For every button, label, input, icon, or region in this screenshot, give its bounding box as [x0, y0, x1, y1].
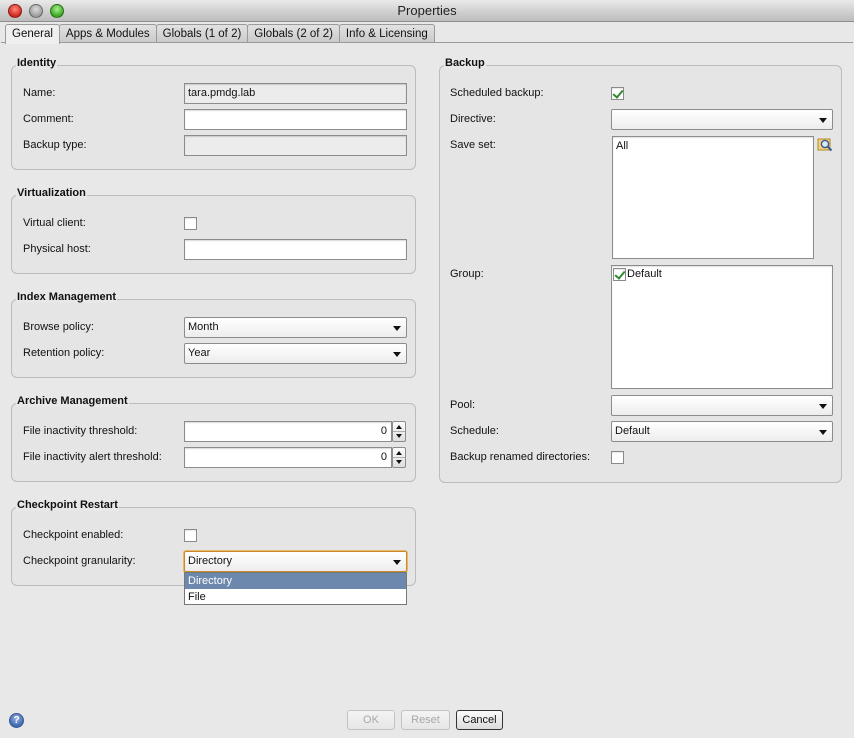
comment-label: Comment:	[23, 113, 74, 125]
spinner-down-icon	[396, 434, 402, 438]
scheduled-backup-label: Scheduled backup:	[450, 87, 544, 99]
tab-bar: General Apps & Modules Globals (1 of 2) …	[5, 24, 435, 44]
tab-globals-2[interactable]: Globals (2 of 2)	[247, 24, 340, 43]
virtual-client-checkbox[interactable]	[184, 217, 197, 230]
chevron-down-icon	[393, 560, 401, 565]
schedule-value: Default	[615, 425, 650, 437]
virtual-client-label: Virtual client:	[23, 217, 86, 229]
browse-policy-label: Browse policy:	[23, 321, 94, 333]
inactivity-alert-spinner[interactable]	[392, 447, 406, 468]
group-default-label[interactable]: Default	[627, 268, 662, 280]
reset-button[interactable]: Reset	[401, 710, 450, 730]
chevron-down-icon	[393, 326, 401, 331]
backup-title: Backup	[444, 57, 486, 69]
index-management-group	[11, 299, 416, 378]
schedule-select[interactable]: Default	[611, 421, 833, 442]
scheduled-backup-checkbox[interactable]	[611, 87, 624, 100]
directive-label: Directive:	[450, 113, 496, 125]
group-default-checkbox[interactable]	[613, 268, 626, 281]
browse-policy-select[interactable]: Month	[184, 317, 407, 338]
checkpoint-granularity-dropdown: Directory File	[184, 572, 407, 605]
cancel-button[interactable]: Cancel	[456, 710, 503, 730]
retention-policy-value: Year	[188, 347, 211, 359]
zoom-window-button[interactable]	[50, 4, 64, 18]
tab-apps-modules[interactable]: Apps & Modules	[58, 24, 157, 43]
help-icon[interactable]: ?	[9, 713, 24, 728]
spinner-up-icon	[396, 425, 402, 429]
virtualization-title: Virtualization	[16, 187, 87, 199]
backup-type-field[interactable]	[184, 135, 407, 156]
window-titlebar: Properties	[0, 0, 854, 22]
close-window-button[interactable]	[8, 4, 22, 18]
dropdown-option-file[interactable]: File	[185, 589, 406, 605]
chevron-down-icon	[819, 404, 827, 409]
minimize-window-button[interactable]	[29, 4, 43, 18]
spinner-up-icon	[396, 451, 402, 455]
backup-type-label: Backup type:	[23, 139, 87, 151]
save-set-label: Save set:	[450, 139, 496, 151]
directive-select[interactable]	[611, 109, 833, 130]
group-list[interactable]: Default	[611, 265, 833, 389]
name-label: Name:	[23, 87, 56, 99]
index-management-title: Index Management	[16, 291, 118, 303]
checkpoint-granularity-value: Directory	[188, 555, 233, 567]
chevron-down-icon	[393, 352, 401, 357]
inactivity-alert-field[interactable]: 0	[184, 447, 392, 468]
comment-field[interactable]	[184, 109, 407, 130]
checkpoint-enabled-checkbox[interactable]	[184, 529, 197, 542]
save-set-item[interactable]: All	[613, 137, 813, 155]
backup-renamed-dirs-checkbox[interactable]	[611, 451, 624, 464]
archive-management-title: Archive Management	[16, 395, 129, 407]
inactivity-threshold-field[interactable]: 0	[184, 421, 392, 442]
checkpoint-title: Checkpoint Restart	[16, 499, 119, 511]
tab-globals-1[interactable]: Globals (1 of 2)	[155, 24, 249, 43]
name-field[interactable]: tara.pmdg.lab	[184, 83, 407, 104]
schedule-label: Schedule:	[450, 425, 499, 437]
inactivity-threshold-spinner[interactable]	[392, 421, 406, 442]
group-label: Group:	[450, 268, 484, 280]
inactivity-threshold-label: File inactivity threshold:	[23, 425, 138, 437]
dropdown-option-directory[interactable]: Directory	[185, 573, 406, 589]
identity-title: Identity	[16, 57, 58, 69]
checkpoint-granularity-label: Checkpoint granularity:	[23, 555, 136, 567]
virtualization-group	[11, 195, 416, 274]
tab-general[interactable]: General	[5, 24, 60, 44]
pool-label: Pool:	[450, 399, 476, 411]
chevron-down-icon	[819, 118, 827, 123]
chevron-down-icon	[819, 430, 827, 435]
physical-host-label: Physical host:	[23, 243, 91, 255]
checkpoint-granularity-select[interactable]: Directory	[184, 551, 407, 572]
archive-management-group	[11, 403, 416, 482]
checkpoint-enabled-label: Checkpoint enabled:	[23, 529, 124, 541]
backup-renamed-dirs-label: Backup renamed directories:	[450, 451, 591, 463]
window-title: Properties	[397, 3, 457, 18]
retention-policy-select[interactable]: Year	[184, 343, 407, 364]
spinner-down-icon	[396, 460, 402, 464]
inactivity-alert-label: File inactivity alert threshold:	[23, 451, 162, 463]
browse-policy-value: Month	[188, 321, 219, 333]
retention-policy-label: Retention policy:	[23, 347, 105, 359]
pool-select[interactable]	[611, 395, 833, 416]
ok-button[interactable]: OK	[347, 710, 395, 730]
save-set-list[interactable]: All	[612, 136, 814, 259]
magnifier-icon[interactable]	[817, 137, 833, 153]
physical-host-field[interactable]	[184, 239, 407, 260]
tab-info-licensing[interactable]: Info & Licensing	[338, 24, 435, 43]
